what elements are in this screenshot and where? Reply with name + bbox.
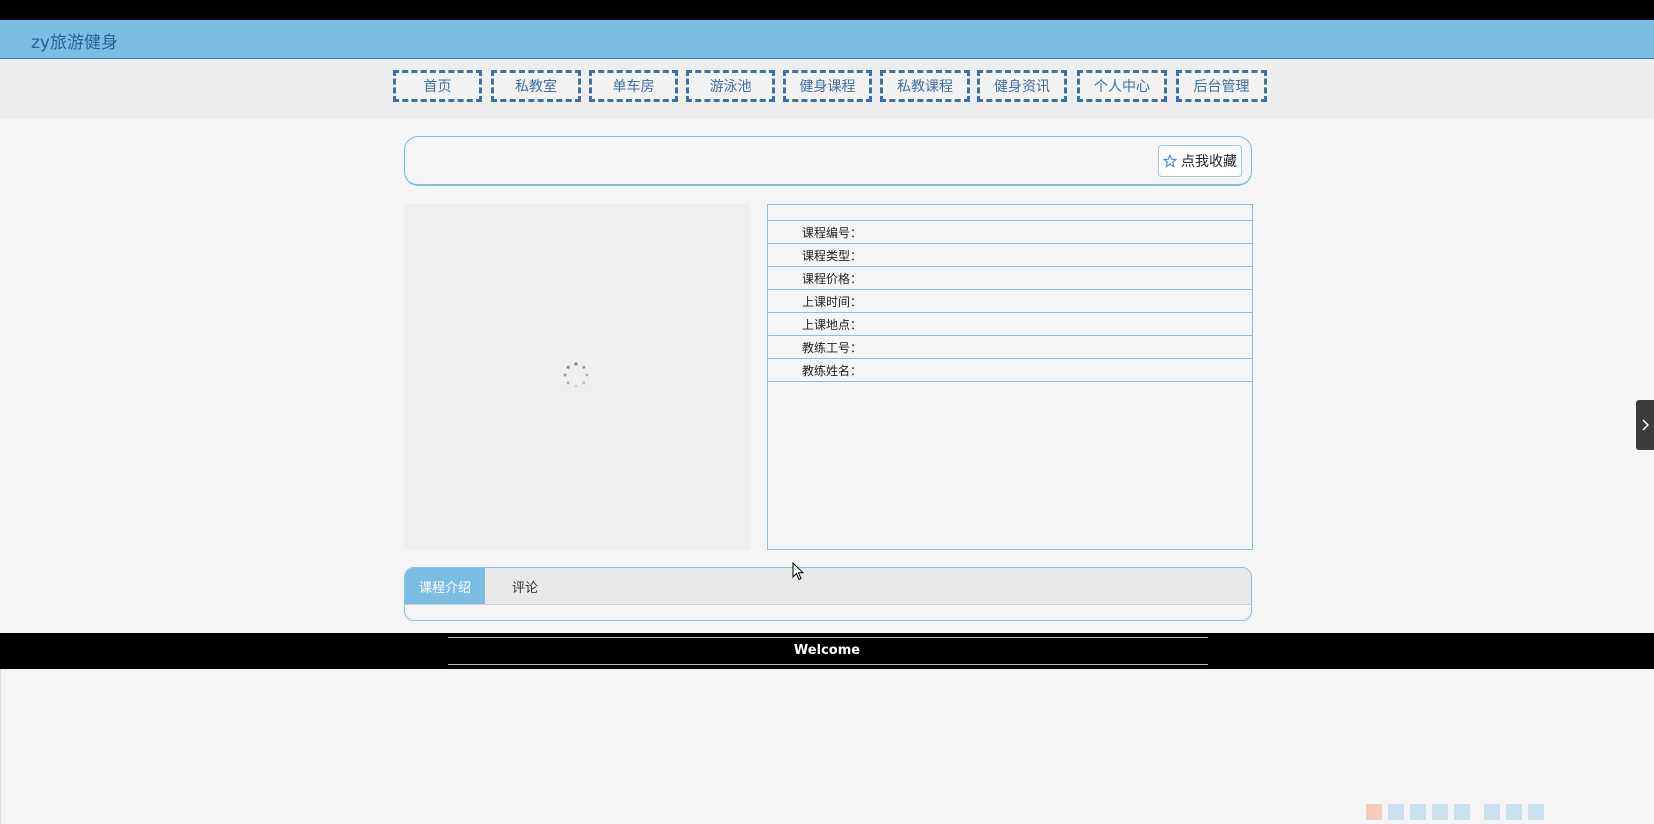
footer-top-divider — [448, 637, 1208, 638]
main-nav: 首页 私教室 单车房 游泳池 健身课程 私教课程 健身资讯 个人中心 后台管理 — [0, 59, 1654, 119]
site-header: zy旅游健身 — [0, 20, 1654, 59]
favorite-bar: 点我收藏 — [404, 136, 1252, 186]
detail-label: 课程编号： — [802, 225, 863, 240]
detail-row-class-location: 上课地点： — [768, 313, 1252, 336]
tab-course-intro[interactable]: 课程介绍 — [405, 568, 485, 604]
course-image-placeholder — [404, 204, 750, 550]
top-black-bar — [0, 0, 1654, 20]
content-tabs: 课程介绍 评论 — [404, 567, 1252, 621]
nav-item-personal-center[interactable]: 个人中心 — [1077, 70, 1167, 102]
mouse-cursor-icon — [792, 562, 804, 581]
detail-label: 上课地点： — [802, 317, 863, 332]
loading-spinner-icon — [563, 362, 589, 388]
detail-row-course-price: 课程价格： — [768, 267, 1252, 290]
footer-welcome-text: Welcome — [793, 643, 861, 658]
detail-label: 教练姓名： — [802, 363, 863, 378]
nav-item-admin[interactable]: 后台管理 — [1176, 70, 1267, 102]
nav-item-swimming-pool[interactable]: 游泳池 — [686, 70, 775, 102]
nav-item-cycling-room[interactable]: 单车房 — [589, 70, 678, 102]
detail-label: 上课时间： — [802, 294, 863, 309]
detail-row-course-id: 课程编号： — [768, 221, 1252, 244]
detail-label: 教练工号： — [802, 340, 863, 355]
watermark-logo-icon — [1366, 804, 1544, 820]
nav-item-fitness-courses[interactable]: 健身课程 — [783, 70, 872, 102]
nav-item-home[interactable]: 首页 — [393, 70, 482, 102]
site-brand[interactable]: zy旅游健身 — [31, 28, 118, 53]
tab-strip: 课程介绍 评论 — [405, 568, 1251, 605]
chevron-right-icon — [1642, 419, 1649, 431]
detail-row-course-type: 课程类型： — [768, 244, 1252, 267]
footer-bottom-divider — [448, 664, 1208, 665]
detail-row-coach-name: 教练姓名： — [768, 359, 1252, 382]
nav-item-private-courses[interactable]: 私教课程 — [880, 70, 970, 102]
details-header — [768, 205, 1252, 221]
detail-label: 课程类型： — [802, 248, 863, 263]
side-panel-toggle[interactable] — [1636, 400, 1654, 450]
footer: Welcome — [0, 633, 1654, 669]
favorite-button-label: 点我收藏 — [1181, 154, 1237, 170]
detail-row-coach-id: 教练工号： — [768, 336, 1252, 359]
tab-comments[interactable]: 评论 — [505, 568, 545, 604]
course-details-table: 课程编号： 课程类型： 课程价格： 上课时间： 上课地点： 教练工号： 教练姓名… — [767, 204, 1253, 550]
nav-item-private-classroom[interactable]: 私教室 — [491, 70, 581, 102]
favorite-button[interactable]: 点我收藏 — [1158, 145, 1242, 177]
nav-item-fitness-news[interactable]: 健身资讯 — [977, 70, 1067, 102]
detail-label: 课程价格： — [802, 271, 863, 286]
detail-row-class-time: 上课时间： — [768, 290, 1252, 313]
star-outline-icon — [1163, 154, 1177, 168]
